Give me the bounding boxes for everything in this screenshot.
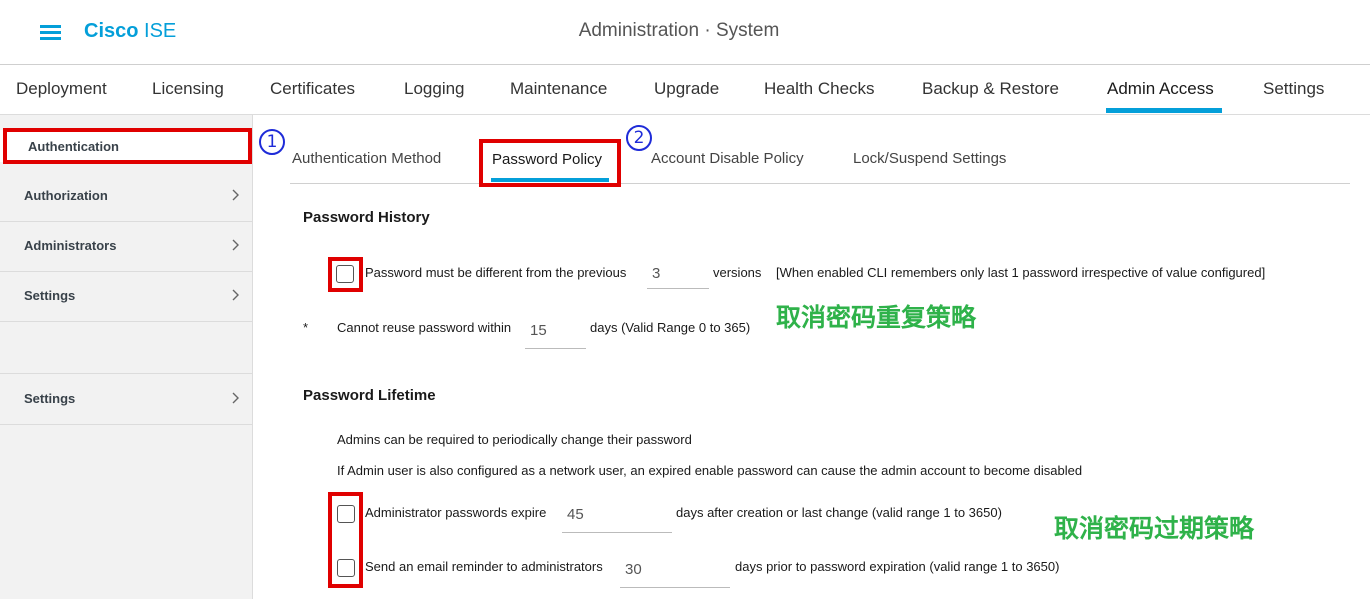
sidebar-item-authorization[interactable]: Authorization [0, 171, 252, 222]
reuse-days-suffix: days (Valid Range 0 to 365) [590, 320, 751, 335]
sidebar-item-label: Settings [24, 391, 76, 406]
password-expire-checkbox[interactable] [337, 505, 355, 523]
tab-settings[interactable]: Settings [1263, 79, 1324, 99]
subtab-divider [290, 183, 1350, 184]
sidebar-item-label: Settings [24, 288, 76, 303]
sidebar-item-label: Authorization [24, 188, 108, 203]
chevron-right-icon [232, 289, 239, 301]
subtab-authentication-method[interactable]: Authentication Method [292, 150, 441, 167]
chevron-right-icon [232, 189, 239, 201]
expire-days-suffix: days after creation or last change (vali… [676, 505, 1002, 520]
step-number-1: 1 [259, 129, 285, 155]
reminder-days-suffix: days prior to password expiration (valid… [735, 559, 1060, 574]
subtab-lock-suspend-settings[interactable]: Lock/Suspend Settings [853, 150, 1006, 167]
active-tab-indicator [1106, 108, 1222, 113]
chevron-right-icon [232, 239, 239, 251]
previous-versions-input[interactable] [647, 259, 709, 289]
expire-days-input[interactable] [562, 497, 672, 533]
reminder-days-input[interactable] [620, 551, 730, 588]
page-title: Administration · System [578, 20, 780, 41]
tab-logging[interactable]: Logging [404, 79, 465, 99]
sidebar-item-authentication[interactable]: Authentication [0, 130, 252, 162]
versions-suffix: versions [713, 265, 762, 280]
tab-certificates[interactable]: Certificates [270, 79, 355, 99]
sidebar-item-administrators[interactable]: Administrators [0, 221, 252, 272]
tab-licensing[interactable]: Licensing [152, 79, 224, 99]
lifetime-description-1: Admins can be required to periodically c… [337, 432, 692, 447]
note-cancel-lifetime-policy: 取消密码过期策略 [1054, 514, 1255, 543]
password-expire-label: Administrator passwords expire [365, 505, 547, 520]
step-number-2: 2 [626, 125, 652, 151]
app-header: Cisco ISE Administration · System [0, 0, 1370, 65]
email-reminder-label: Send an email reminder to administrators [365, 559, 603, 574]
history-note: [When enabled CLI remembers only last 1 … [776, 265, 1266, 280]
password-history-label: Password must be different from the prev… [365, 265, 627, 280]
lifetime-description-2: If Admin user is also configured as a ne… [337, 463, 1083, 478]
sidebar-spacer [0, 321, 252, 374]
sidebar-item-label: Authentication [28, 139, 119, 154]
email-reminder-checkbox[interactable] [337, 559, 355, 577]
sidebar-item-label: Administrators [24, 238, 117, 253]
password-history-checkbox[interactable] [336, 265, 354, 283]
subtab-password-policy[interactable]: Password Policy [492, 151, 602, 168]
section-heading-password-history: Password History [303, 209, 430, 226]
reuse-days-input[interactable] [525, 313, 586, 349]
tab-backup-restore[interactable]: Backup & Restore [922, 79, 1059, 99]
subtab-account-disable-policy[interactable]: Account Disable Policy [651, 150, 804, 167]
note-cancel-history-policy: 取消密码重复策略 [776, 303, 977, 332]
active-subtab-indicator [491, 178, 609, 182]
sidebar-item-settings-2[interactable]: Settings [0, 374, 252, 425]
chevron-right-icon [232, 392, 239, 404]
tab-health-checks[interactable]: Health Checks [764, 79, 875, 99]
tab-upgrade[interactable]: Upgrade [654, 79, 719, 99]
tab-admin-access[interactable]: Admin Access [1107, 79, 1214, 99]
sidebar-item-settings[interactable]: Settings [0, 271, 252, 322]
section-heading-password-lifetime: Password Lifetime [303, 387, 436, 404]
reuse-password-label: Cannot reuse password within [337, 320, 512, 335]
required-star: * [303, 320, 309, 335]
tab-maintenance[interactable]: Maintenance [510, 79, 607, 99]
tab-deployment[interactable]: Deployment [16, 79, 107, 99]
